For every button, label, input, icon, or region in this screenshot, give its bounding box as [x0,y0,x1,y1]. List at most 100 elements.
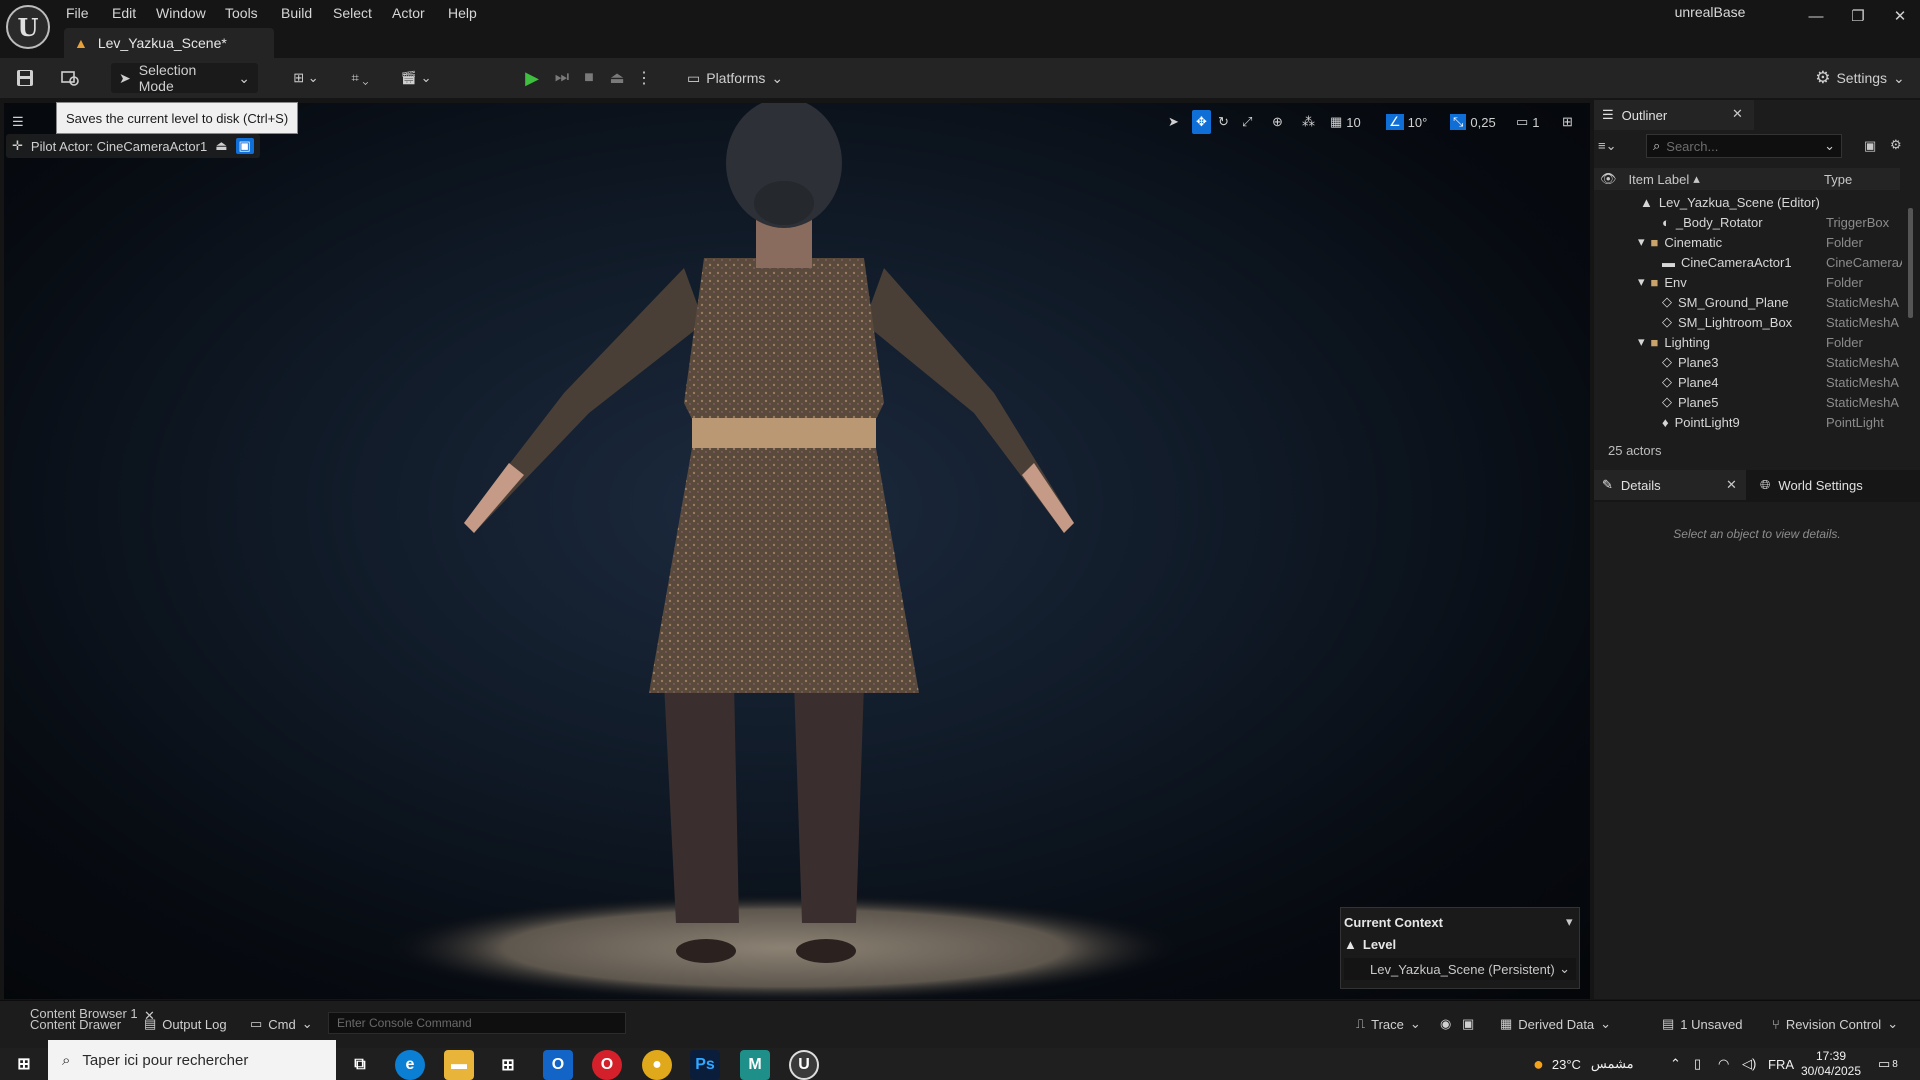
clock[interactable]: 17:39 30/04/2025 [1800,1048,1862,1080]
folder-icon: ■ [1650,274,1659,290]
opera-icon[interactable]: O [592,1050,622,1080]
unreal-logo-icon[interactable]: U [6,5,50,49]
outlook-icon[interactable]: O [543,1050,573,1080]
grid-snap-button[interactable]: ▦ 10 [1330,110,1361,134]
play-options-icon[interactable]: ⋮ [632,63,656,93]
scale-snap-button[interactable]: ⤡ 0,25 [1450,110,1496,134]
select-tool-icon[interactable]: ➤ [1168,110,1179,134]
edge-icon[interactable]: e [395,1050,425,1080]
context-level-dropdown[interactable]: Lev_Yazkua_Scene (Persistent) ⌄ [1344,958,1576,980]
add-actor-icon[interactable]: ⊞ ⌄ [286,63,326,93]
outliner-row[interactable]: ◇ Plane4 StaticMeshA [1594,372,1900,392]
level-tab[interactable]: ▲ Lev_Yazkua_Scene* [64,28,274,58]
menu-build[interactable]: Build [281,3,312,23]
col-type[interactable]: Type [1824,172,1852,187]
eject-pilot-icon[interactable]: ⏏ [215,138,227,154]
selection-mode-dropdown[interactable]: ➤ Selection Mode ⌄ [111,62,258,94]
outliner-row[interactable]: ◇ SM_Ground_Plane StaticMeshA [1594,292,1900,312]
eject-icon[interactable]: ⏏ [604,63,630,93]
surface-snap-icon[interactable]: ⁂ [1302,110,1315,134]
translate-tool-icon[interactable]: ✥ [1192,110,1211,134]
outliner-row[interactable]: ♦ PointLight9 PointLight [1594,412,1900,432]
cmd-dropdown[interactable]: ▭ Cmd ⌄ [250,1013,313,1035]
scale-tool-icon[interactable]: ⤢ [1242,110,1252,134]
settings-dropdown[interactable]: ⚙ Settings ⌄ [1810,63,1910,93]
taskbar-search[interactable]: ⌕ Taper ici pour rechercher [48,1040,336,1080]
world-space-icon[interactable]: ⊕ [1272,110,1283,134]
menu-edit[interactable]: Edit [112,3,136,23]
language-indicator[interactable]: FRA [1768,1048,1794,1080]
unsaved-button[interactable]: ▤ 1 Unsaved [1662,1013,1742,1035]
layout-icon[interactable]: ⊞ [1562,110,1573,134]
rotation-snap-button[interactable]: ∠ 10° [1386,110,1427,134]
screenshot-icon[interactable]: ▣ [1462,1013,1474,1035]
wifi-icon[interactable]: ◠ [1718,1048,1729,1080]
outliner-row-folder[interactable]: ▾ ■ Cinematic Folder [1594,232,1900,252]
col-item-label[interactable]: Item Label [1629,172,1690,187]
trace-dropdown[interactable]: ⎍ Trace ⌄ [1356,1013,1421,1035]
weather-temp: 23°C [1551,1056,1581,1072]
stop-icon[interactable]: ■ [576,63,602,93]
outliner-tab[interactable]: ☰ Outliner [1594,100,1754,130]
outliner-row-folder[interactable]: ▾ ■ Lighting Folder [1594,332,1900,352]
outliner-row[interactable]: ◇ SM_Lightroom_Box StaticMeshA [1594,312,1900,332]
derived-data-button[interactable]: ▦ Derived Data ⌄ [1500,1013,1611,1035]
gear-icon[interactable]: ⚙ [1890,137,1902,153]
outliner-search-input[interactable]: ⌕ Search... ⌄ [1646,134,1842,158]
outliner-row-level[interactable]: ▲ Lev_Yazkua_Scene (Editor) [1594,192,1900,212]
close-icon[interactable]: ✕ [1726,477,1737,493]
unreal-taskbar-icon[interactable]: U [789,1050,819,1080]
outliner-row[interactable]: ▬ CineCameraActor1 CineCameraA [1594,252,1902,272]
menu-help[interactable]: Help [448,3,477,23]
save-icon[interactable] [10,63,40,93]
world-settings-tab[interactable]: 🌐︎ World Settings [1752,470,1912,500]
chrome-icon[interactable]: ● [642,1050,672,1080]
camera-lock-icon[interactable]: ▣ [235,138,254,154]
menu-tools[interactable]: Tools [225,3,258,23]
weather-widget[interactable]: ● 23°C مشمس [1533,1048,1634,1080]
volume-icon[interactable]: ◁) [1742,1048,1756,1080]
menu-select[interactable]: Select [333,3,372,23]
outliner-row-folder[interactable]: ▾ ■ Env Folder [1594,272,1900,292]
outliner-row[interactable]: ◐ _Body_Rotator TriggerBox [1594,212,1900,232]
close-window-icon[interactable]: ✕ [1880,2,1920,30]
file-explorer-icon[interactable]: ▬ [444,1050,474,1080]
minimize-icon[interactable]: — [1796,2,1836,30]
menu-window[interactable]: Window [156,3,206,23]
chevron-down-icon[interactable]: ▾ [1566,914,1573,930]
notifications-icon[interactable]: ▭ 8 [1878,1048,1898,1080]
eye-icon[interactable]: 👁︎ [1600,171,1617,187]
advance-frame-icon[interactable]: ⏭ [548,63,576,93]
store-icon[interactable]: ⊞ [493,1050,523,1080]
play-icon[interactable]: ▶ [518,63,546,93]
battery-icon[interactable]: ▯ [1694,1048,1701,1080]
camera-speed-button[interactable]: ▭ 1 [1516,110,1540,134]
blueprint-icon[interactable]: ⌗ ⌄ [340,63,380,93]
content-drawer-button[interactable]: Content Browser 1 Content Drawer [8,1007,138,1031]
outliner-row[interactable]: ◇ Plane3 StaticMeshA [1594,352,1900,372]
rotate-tool-icon[interactable]: ↻ [1218,110,1229,134]
add-folder-icon[interactable]: ▣ [1864,138,1876,154]
restore-icon[interactable]: ❐ [1838,2,1878,30]
level-viewport[interactable] [4,103,1590,999]
filter-icon[interactable]: ≡⌄ [1598,135,1630,157]
menu-actor[interactable]: Actor [392,3,425,23]
output-log-button[interactable]: ▤ Output Log [144,1013,227,1035]
record-icon[interactable]: ◉ [1440,1013,1451,1035]
browse-content-icon[interactable] [54,63,86,93]
viewport-menu-icon[interactable]: ☰ [12,110,24,134]
console-input[interactable]: Enter Console Command [328,1012,626,1034]
close-icon[interactable]: ✕ [1732,106,1743,122]
photoshop-icon[interactable]: Ps [690,1050,720,1080]
tray-chevron-icon[interactable]: ⌃ [1670,1048,1681,1080]
windows-start-icon[interactable]: ⊞ [9,1049,39,1079]
maya-icon[interactable]: M [740,1050,770,1080]
outliner-row[interactable]: ◇ Plane5 StaticMeshA [1594,392,1900,412]
details-tab[interactable]: ✎ Details [1594,470,1746,500]
platforms-dropdown[interactable]: ▭ Platforms ⌄ [683,63,793,93]
revision-control-button[interactable]: ⑂ Revision Control ⌄ [1772,1013,1898,1035]
task-view-icon[interactable]: ⧉ [345,1050,375,1080]
outliner-scrollbar[interactable] [1908,208,1913,318]
menu-file[interactable]: File [66,3,89,23]
cinematics-icon[interactable]: 🎬︎ ⌄ [396,63,436,93]
